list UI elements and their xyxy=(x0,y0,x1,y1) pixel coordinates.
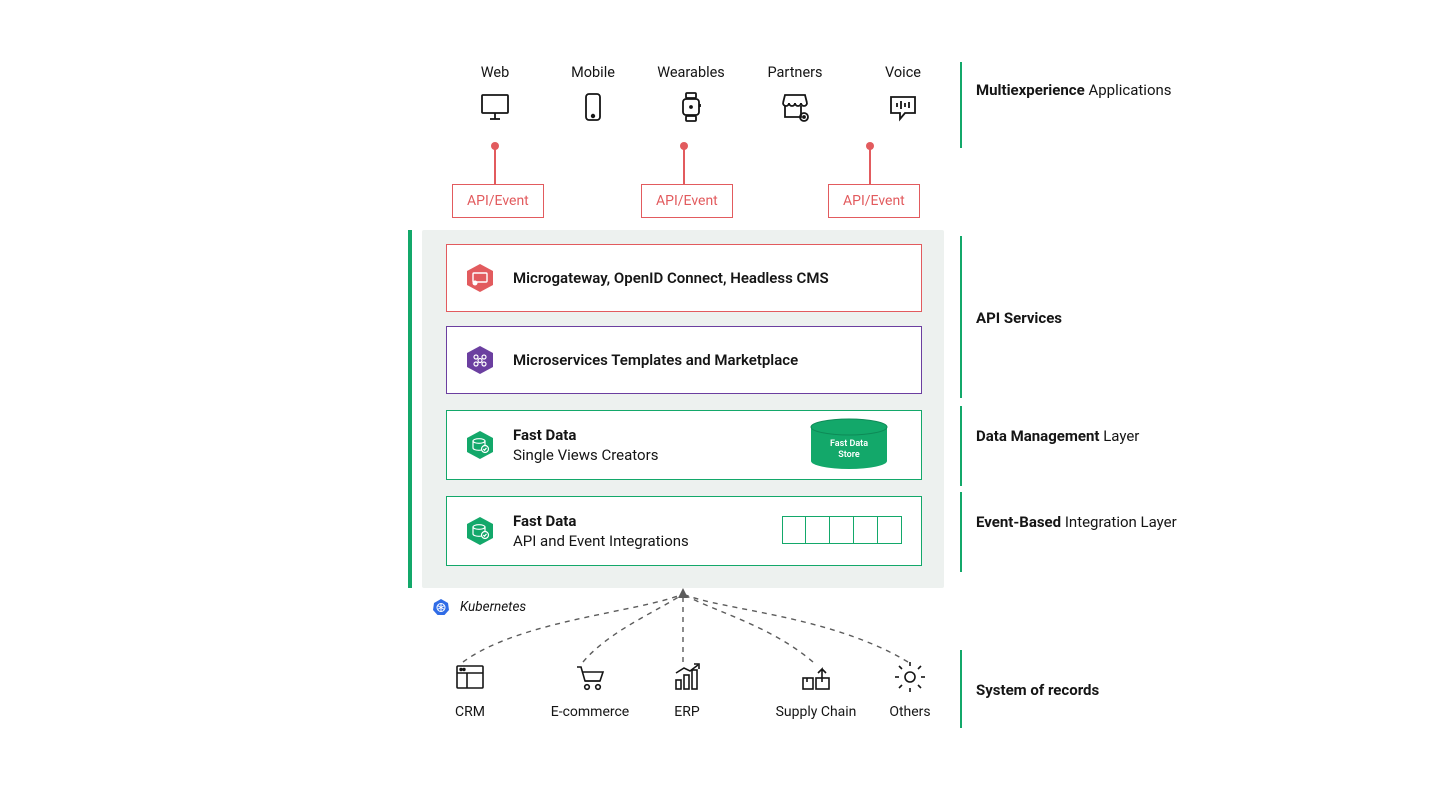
section-label-event: Event-Based Integration Layer xyxy=(976,512,1177,532)
app-web-label: Web xyxy=(450,64,540,81)
app-partners-label: Partners xyxy=(750,64,840,81)
app-mobile: Mobile xyxy=(548,64,638,129)
record-erp: ERP xyxy=(662,660,712,720)
card-data-title: Fast Data xyxy=(513,425,658,445)
supply-icon xyxy=(799,660,833,694)
section-rule-api xyxy=(960,236,962,398)
card-data-sub: Single Views Creators xyxy=(513,446,658,464)
section-label-api: API Services xyxy=(976,308,1062,328)
section-rule-event xyxy=(960,492,962,572)
gear-icon xyxy=(893,660,927,694)
record-crm: CRM xyxy=(440,660,500,720)
section-label-data: Data Management Layer xyxy=(976,426,1139,446)
card-event-title: Fast Data xyxy=(513,511,689,531)
record-others: Others xyxy=(880,660,940,720)
api-event-box-1: API/Event xyxy=(452,184,544,218)
api-connector-line xyxy=(494,148,496,184)
record-supply: Supply Chain xyxy=(766,660,866,720)
cart-icon xyxy=(573,660,607,694)
app-voice: Voice xyxy=(858,64,948,129)
section-rule-data xyxy=(960,406,962,486)
mobile-icon xyxy=(575,89,611,125)
card-marketplace-text: Microservices Templates and Marketplace xyxy=(513,351,798,369)
integration-cells xyxy=(782,516,902,544)
app-voice-label: Voice xyxy=(858,64,948,81)
card-marketplace: Microservices Templates and Marketplace xyxy=(446,326,922,394)
svg-text:Fast Data: Fast Data xyxy=(830,439,868,449)
hex-icon-green xyxy=(465,516,495,546)
section-rule-records xyxy=(960,650,962,728)
section-rule-apps xyxy=(960,62,962,148)
kubernetes-label: Kubernetes xyxy=(432,598,526,616)
kubernetes-icon xyxy=(432,598,450,616)
watch-icon xyxy=(673,89,709,125)
monitor-icon xyxy=(477,89,513,125)
api-connector-line xyxy=(869,148,871,184)
app-partners: Partners xyxy=(750,64,840,129)
api-event-box-3: API/Event xyxy=(828,184,920,218)
chart-icon xyxy=(670,660,704,694)
fast-data-store: Fast DataStore xyxy=(808,418,890,474)
card-gateway: Microgateway, OpenID Connect, Headless C… xyxy=(446,244,922,312)
record-ecommerce: E-commerce xyxy=(540,660,640,720)
crm-icon xyxy=(453,660,487,694)
section-label-records: System of records xyxy=(976,680,1099,700)
panel-left-rule xyxy=(408,230,412,588)
app-wearables: Wearables xyxy=(646,64,736,129)
svg-text:Store: Store xyxy=(838,450,860,460)
api-event-box-2: API/Event xyxy=(641,184,733,218)
card-gateway-text: Microgateway, OpenID Connect, Headless C… xyxy=(513,269,829,287)
app-wearables-label: Wearables xyxy=(646,64,736,81)
app-mobile-label: Mobile xyxy=(548,64,638,81)
api-connector-line xyxy=(683,148,685,184)
section-label-apps: Multiexperience Applications xyxy=(976,80,1172,100)
card-event-sub: API and Event Integrations xyxy=(513,532,689,550)
app-web: Web xyxy=(450,64,540,129)
hex-icon-green xyxy=(465,430,495,460)
store-icon xyxy=(777,89,813,125)
hex-icon-purple xyxy=(465,345,495,375)
hex-icon-red xyxy=(465,263,495,293)
voice-icon xyxy=(885,89,921,125)
